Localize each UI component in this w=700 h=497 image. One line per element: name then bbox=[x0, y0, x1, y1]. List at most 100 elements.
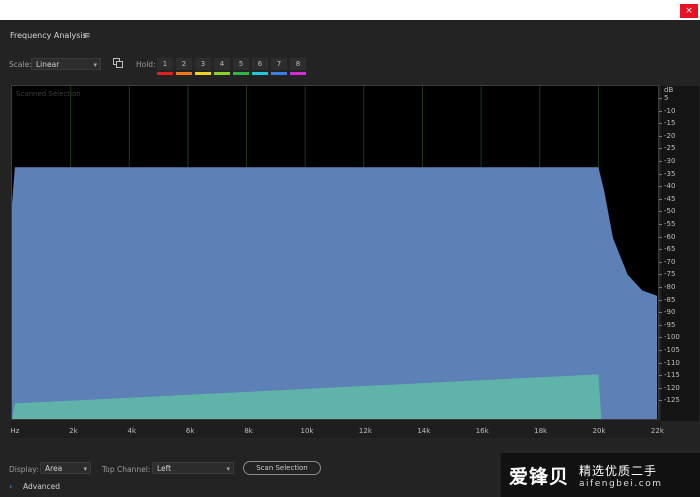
db-tick-mark bbox=[659, 148, 662, 150]
db-tick-label: -120 bbox=[664, 383, 680, 392]
frequency-tick-label: 22k bbox=[650, 427, 664, 435]
watermark-tagline: 精选优质二手 bbox=[579, 463, 658, 478]
hold-color-swatch-2 bbox=[176, 72, 192, 75]
db-tick-mark bbox=[659, 312, 662, 314]
frequency-tick-label: 8k bbox=[244, 427, 253, 435]
hold-color-swatch-8 bbox=[290, 72, 306, 75]
chevron-down-icon: ▾ bbox=[83, 465, 87, 473]
frequency-tick-label: 2k bbox=[69, 427, 78, 435]
panel-title: Frequency Analysis bbox=[10, 31, 87, 40]
hold-button-2[interactable]: 2 bbox=[176, 58, 192, 70]
window-title-strip: × bbox=[0, 0, 700, 20]
scan-selection-button[interactable]: Scan Selection bbox=[243, 461, 321, 475]
db-tick-mark bbox=[659, 299, 662, 301]
db-tick-label: -30 bbox=[664, 157, 676, 165]
db-tick-label: -65 bbox=[664, 245, 676, 254]
chevron-down-icon: ▾ bbox=[93, 61, 97, 69]
db-tick-mark bbox=[659, 375, 662, 377]
frequency-axis bbox=[11, 420, 661, 438]
frequency-tick-label: 6k bbox=[185, 427, 195, 435]
hold-button-6[interactable]: 6 bbox=[252, 58, 268, 70]
db-tick-label: -85 bbox=[664, 295, 676, 304]
db-tick-mark bbox=[659, 400, 662, 402]
chevron-down-icon: ▾ bbox=[226, 465, 230, 473]
frequency-tick-label: 10k bbox=[300, 427, 314, 435]
db-tick-label: -90 bbox=[664, 308, 676, 317]
db-tick-label: -45 bbox=[664, 194, 676, 203]
hold-button-7[interactable]: 7 bbox=[271, 58, 287, 70]
hold-color-swatch-5 bbox=[233, 72, 249, 75]
frequency-spectrum-plot[interactable]: Scanned Selection bbox=[12, 86, 657, 419]
panel-menu-icon[interactable]: ≡ bbox=[83, 31, 91, 41]
db-tick-label: -55 bbox=[664, 220, 676, 228]
frequency-tick-label: 16k bbox=[475, 427, 489, 435]
watermark-url: aifengbei.com bbox=[579, 478, 663, 489]
display-select-value: Area bbox=[45, 464, 63, 473]
db-tick-mark bbox=[659, 387, 662, 389]
top-channel-label: Top Channel: bbox=[102, 465, 151, 474]
db-tick-mark bbox=[659, 98, 662, 99]
db-tick-mark bbox=[659, 224, 662, 225]
db-tick-mark bbox=[659, 249, 662, 251]
db-tick-mark bbox=[659, 186, 662, 188]
db-tick-label: -15 bbox=[664, 119, 676, 128]
top-channel-select[interactable]: Left ▾ bbox=[152, 462, 234, 474]
hold-button-3[interactable]: 3 bbox=[195, 58, 211, 70]
hold-color-swatch-4 bbox=[214, 72, 230, 75]
hold-button-5[interactable]: 5 bbox=[233, 58, 249, 70]
db-tick-label: -70 bbox=[664, 257, 676, 266]
db-tick-mark bbox=[659, 337, 662, 339]
display-select[interactable]: Area ▾ bbox=[40, 462, 91, 474]
db-tick-mark bbox=[659, 135, 662, 137]
db-tick-mark bbox=[659, 211, 662, 213]
db-tick-mark bbox=[659, 236, 662, 238]
scale-select-value: Linear bbox=[36, 60, 60, 69]
db-tick-mark bbox=[659, 350, 662, 351]
top-channel-select-value: Left bbox=[157, 464, 172, 473]
db-tick-label: -95 bbox=[664, 320, 676, 329]
db-tick-label: -80 bbox=[664, 283, 676, 291]
db-tick-label: -25 bbox=[664, 144, 676, 153]
watermark-logo: 爱锋贝 bbox=[509, 465, 570, 488]
frequency-tick-label: 14k bbox=[417, 427, 431, 435]
db-tick-label: -40 bbox=[664, 182, 676, 191]
scanned-selection-label: Scanned Selection bbox=[16, 90, 81, 98]
scale-label: Scale: bbox=[9, 60, 32, 69]
display-label: Display: bbox=[9, 465, 39, 474]
db-tick-label: -110 bbox=[664, 358, 680, 367]
frequency-tick-label: 12k bbox=[358, 427, 372, 435]
db-tick-mark bbox=[659, 287, 662, 288]
frequency-tick-label: 20k bbox=[592, 427, 606, 435]
hold-color-swatch-3 bbox=[195, 72, 211, 75]
db-tick-mark bbox=[659, 198, 662, 200]
db-tick-label: -35 bbox=[664, 169, 676, 178]
frequency-tick-label: 4k bbox=[127, 427, 137, 435]
db-tick-label: 5 bbox=[664, 94, 669, 102]
db-tick-mark bbox=[659, 161, 662, 162]
close-icon[interactable]: × bbox=[680, 4, 698, 18]
db-tick-mark bbox=[659, 324, 662, 326]
db-tick-mark bbox=[659, 261, 662, 263]
expand-chevron-icon[interactable]: › bbox=[9, 482, 12, 491]
db-tick-label: -20 bbox=[664, 131, 676, 140]
advanced-section-toggle[interactable]: Advanced bbox=[23, 482, 60, 491]
db-tick-label: -75 bbox=[664, 270, 676, 279]
db-tick-label: -50 bbox=[664, 207, 676, 216]
hold-button-1[interactable]: 1 bbox=[157, 58, 173, 70]
hold-color-swatch-1 bbox=[157, 72, 173, 75]
db-tick-label: -115 bbox=[664, 371, 680, 380]
snapshot-icon[interactable] bbox=[113, 58, 123, 68]
hold-button-8[interactable]: 8 bbox=[290, 58, 306, 70]
frequency-tick-label: Hz bbox=[10, 427, 20, 435]
db-tick-label: -105 bbox=[664, 346, 680, 354]
hold-label: Hold: bbox=[136, 60, 156, 69]
db-tick-label: -125 bbox=[664, 396, 680, 405]
db-tick-mark bbox=[659, 173, 662, 175]
db-unit-label: dB bbox=[664, 86, 674, 94]
db-tick-label: -100 bbox=[664, 333, 680, 342]
hold-button-4[interactable]: 4 bbox=[214, 58, 230, 70]
scale-select[interactable]: Linear ▾ bbox=[31, 58, 101, 70]
hold-color-swatch-6 bbox=[252, 72, 268, 75]
db-tick-label: -60 bbox=[664, 232, 676, 241]
db-tick-mark bbox=[659, 123, 662, 125]
